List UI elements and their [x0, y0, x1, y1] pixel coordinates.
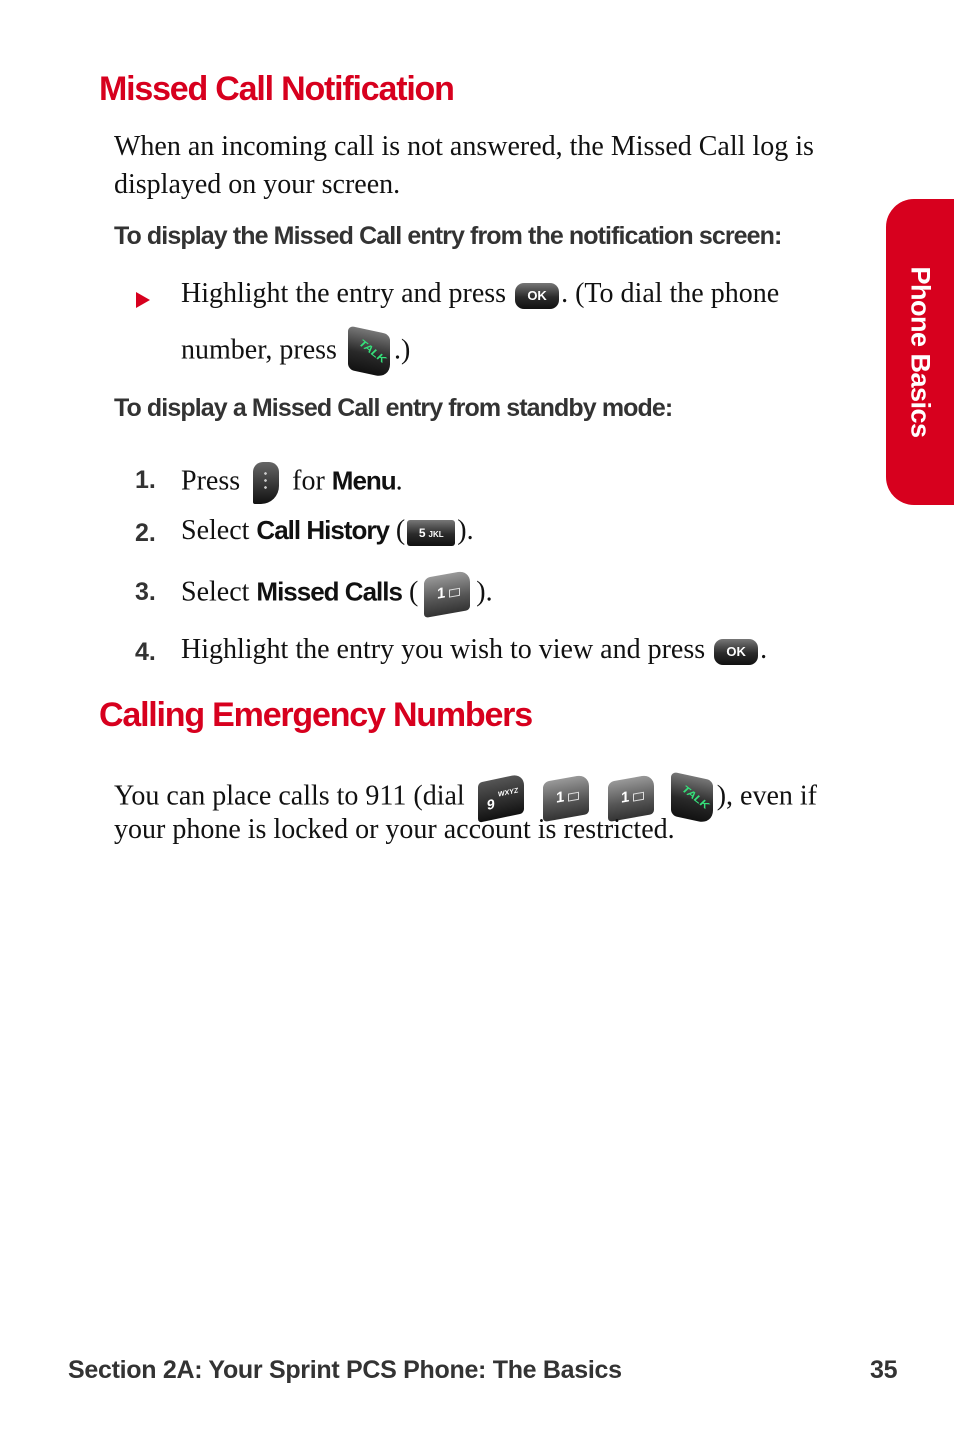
key-1-icon: 1	[424, 569, 471, 619]
menu-softkey-icon	[253, 462, 280, 504]
envelope-icon	[449, 587, 461, 598]
step-text: Select	[181, 576, 250, 608]
bullet-text-c: number, press	[181, 334, 337, 366]
intro-paragraph: When an incoming call is not answered, t…	[114, 131, 814, 200]
step-3: Select Missed Calls (1).	[181, 569, 493, 619]
step-punct: (	[401, 576, 419, 608]
bullet-text-a: Highlight the entry and press	[181, 278, 507, 309]
step-number: 1.	[135, 466, 156, 494]
side-tab-label: Phone Basics	[905, 266, 936, 438]
step-punct: ).	[476, 576, 493, 608]
key-digit: 1	[437, 584, 446, 603]
step-number: 4.	[135, 638, 156, 666]
bullet-text-d: .)	[393, 334, 411, 366]
key-digit: 1	[555, 788, 565, 807]
emergency-text: You can place calls to 911 (dial	[114, 780, 465, 812]
key-5-icon: 5 JKL	[407, 519, 456, 546]
step-punct: .	[395, 465, 403, 497]
bullet-line-1: Highlight the entry and press OK. (To di…	[181, 278, 779, 310]
step-number: 2.	[135, 519, 156, 547]
subhead-standby-mode: To display a Missed Call entry from stan…	[114, 394, 673, 422]
bullet-text-b: . (To dial the phone	[561, 278, 780, 309]
ok-key-icon: OK	[714, 638, 759, 665]
emergency-text: ), even if	[716, 780, 817, 812]
step-2: Select Call History (5 JKL).	[181, 515, 474, 547]
side-tab: Phone Basics	[886, 199, 954, 505]
step-text: for	[292, 465, 325, 497]
step-4: Highlight the entry you wish to view and…	[181, 634, 767, 666]
step-text: Press	[181, 465, 241, 497]
talk-key-icon: TALK	[670, 771, 713, 825]
emergency-line-2: your phone is locked or your account is …	[114, 814, 675, 845]
step-text: Select	[181, 515, 250, 546]
ok-key-icon: OK	[515, 282, 560, 309]
key-digit: 1	[620, 788, 630, 807]
key-letters: JKL	[428, 529, 444, 539]
step-number: 3.	[135, 578, 156, 606]
step-punct: (	[388, 515, 406, 546]
step-punct: .	[760, 634, 768, 665]
subhead-notification-screen: To display the Missed Call entry from th…	[114, 222, 782, 250]
call-history-label: Call History	[256, 515, 389, 545]
key-digit: 5	[418, 525, 426, 540]
bullet-line-2: number, press TALK.)	[181, 325, 411, 379]
talk-key-icon: TALK	[347, 325, 390, 379]
step-text: Highlight the entry you wish to view and…	[181, 634, 706, 665]
footer-section-title: Section 2A: Your Sprint PCS Phone: The B…	[68, 1356, 622, 1384]
missed-calls-label: Missed Calls	[256, 576, 403, 607]
bullet-arrow-icon	[136, 292, 150, 308]
key-letters: WXYZ	[497, 787, 518, 799]
key-digit: 9	[486, 795, 495, 813]
talk-key-label: TALK	[356, 337, 388, 367]
step-punct: ).	[457, 515, 474, 546]
page-number: 35	[870, 1356, 898, 1384]
section-title-emergency: Calling Emergency Numbers	[99, 696, 533, 734]
envelope-icon	[567, 791, 579, 802]
talk-key-label: TALK	[679, 783, 711, 813]
section-title-missed-call: Missed Call Notification	[99, 70, 455, 108]
envelope-icon	[632, 791, 644, 802]
menu-label: Menu	[331, 465, 397, 496]
step-1: Press for Menu.	[181, 462, 403, 504]
